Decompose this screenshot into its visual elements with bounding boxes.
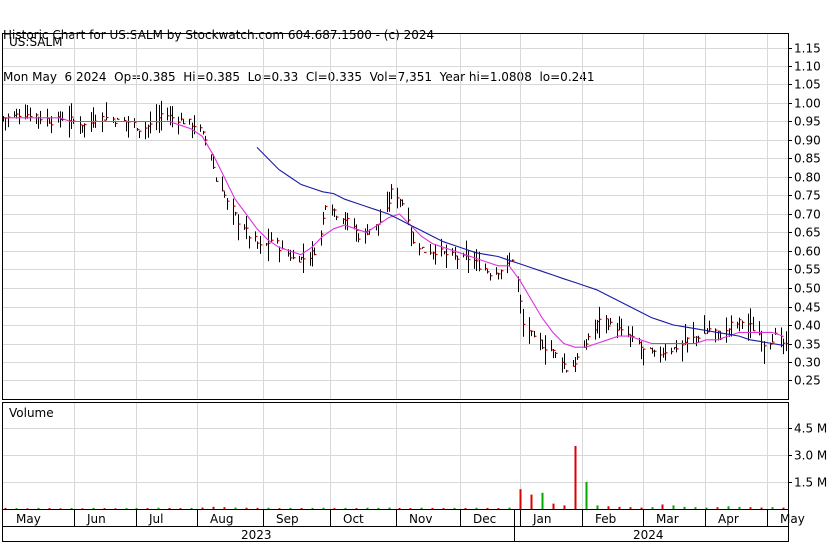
price-volume-chart: 0.25 0.30 0.35 0.40 0.45 0.50 0.55 0.60 0.65 0.70… — [2, 33, 827, 542]
volume-gridlines — [3, 428, 788, 483]
price-tick-label: 0.70 — [794, 208, 821, 222]
price-tick-label: 0.55 — [794, 263, 821, 277]
year-axis-frame — [2, 526, 789, 542]
year-label: 2024 — [633, 528, 664, 542]
price-tick-label: 0.25 — [794, 374, 821, 388]
volume-tick-label: 4.5 M — [794, 422, 827, 436]
price-tick-label: 0.90 — [794, 134, 821, 148]
price-tick-label: 0.35 — [794, 338, 821, 352]
month-label: Sep — [276, 512, 299, 526]
volume-tick-label: 1.5 M — [794, 476, 827, 490]
price-tick-label: 0.75 — [794, 189, 821, 203]
month-label: Mar — [656, 512, 679, 526]
month-label: Dec — [473, 512, 496, 526]
month-label: Jun — [86, 512, 106, 526]
price-tick-label: 0.50 — [794, 282, 821, 296]
price-tick-label: 1.00 — [794, 97, 821, 111]
price-gridlines — [3, 34, 788, 509]
month-label: May — [16, 512, 41, 526]
price-panel-label: US:SALM — [9, 35, 63, 49]
month-label: Aug — [210, 512, 233, 526]
month-label: Nov — [409, 512, 432, 526]
price-tick-label: 0.40 — [794, 319, 821, 333]
year-label: 2023 — [241, 528, 272, 542]
month-label: Oct — [343, 512, 364, 526]
price-tick-label: 0.95 — [794, 115, 821, 129]
month-label: Feb — [595, 512, 616, 526]
month-label: Apr — [718, 512, 739, 526]
price-tick-label: 0.45 — [794, 301, 821, 315]
price-tick-label: 1.05 — [794, 78, 821, 92]
price-tick-label: 0.60 — [794, 245, 821, 259]
price-tick-label: 1.10 — [794, 60, 821, 74]
month-axis: May Jun Jul Aug Sep Oct Nov Dec Jan Feb Mar Apr May — [16, 509, 805, 526]
price-tick-label: 0.85 — [794, 152, 821, 166]
price-tick-label: 0.65 — [794, 226, 821, 240]
price-tick-label: 1.15 — [794, 42, 821, 56]
volume-panel-label: Volume — [9, 406, 54, 420]
volume-axis: 1.5 M 3.0 M 4.5 M — [788, 422, 827, 490]
price-tick-label: 0.80 — [794, 171, 821, 185]
volume-tick-label: 3.0 M — [794, 449, 827, 463]
month-label: Jan — [532, 512, 552, 526]
price-tick-label: 0.30 — [794, 356, 821, 370]
month-label: May — [780, 512, 805, 526]
month-label: Jul — [148, 512, 163, 526]
price-axis: 0.25 0.30 0.35 0.40 0.45 0.50 0.55 0.60 0.65 0.70… — [788, 42, 821, 388]
